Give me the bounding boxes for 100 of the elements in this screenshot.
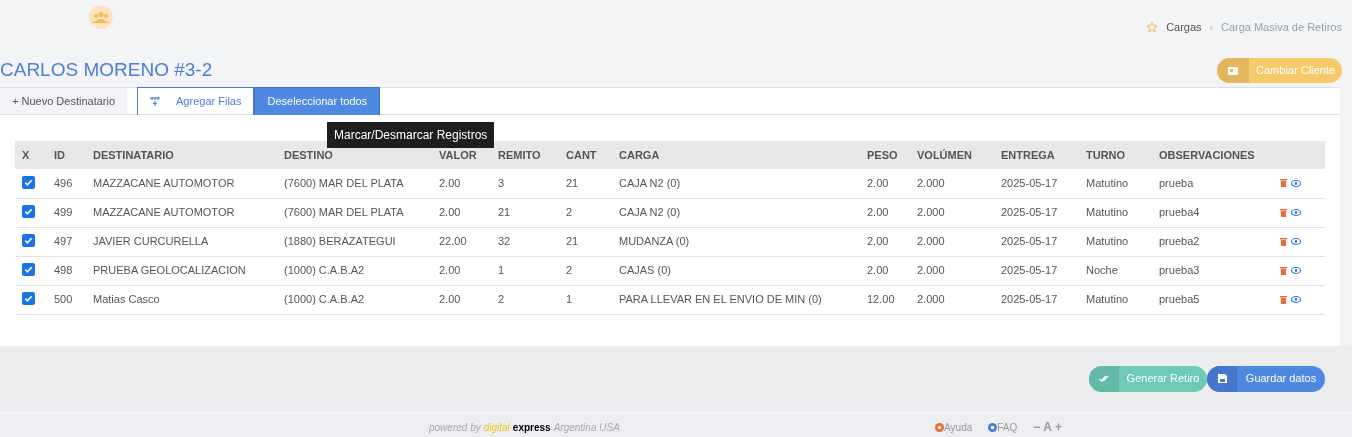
trash-icon[interactable] — [1280, 179, 1287, 188]
font-size-control[interactable]: − — [1033, 418, 1041, 436]
footer-link[interactable]: Ayuda — [944, 419, 973, 435]
table-cell: 496 — [54, 177, 73, 189]
table-cell: 2.000 — [917, 177, 945, 189]
table-cell: 2.000 — [917, 206, 945, 219]
double-check-icon — [1099, 375, 1109, 382]
table-cell: PRUEBA GEOLOCALIZACION — [93, 264, 246, 277]
lifebuoy-icon — [935, 422, 945, 432]
column-header: DESTINATARIO — [93, 148, 174, 161]
row-checkbox[interactable] — [22, 205, 35, 219]
question-circle-icon — [988, 422, 998, 432]
table-cell: CAJA N2 (0) — [619, 177, 681, 189]
generate-button[interactable]: Generar Retiro — [1089, 365, 1207, 392]
deselect-all-button[interactable]: Deseleccionar todos — [254, 87, 381, 116]
table-cell: 2.000 — [917, 293, 945, 306]
table-cell: 21 — [498, 206, 511, 219]
table-cell: CAJA N2 (0) — [619, 206, 681, 219]
table-cell: PARA LLEVAR EN EL ENVIO DE MIN (0) — [619, 293, 822, 306]
table-cell: 2.00 — [867, 206, 889, 219]
table-cell: 2025-05-17 — [1001, 293, 1058, 306]
table-cell: MAZZACANE AUTOMOTOR — [93, 177, 235, 189]
breadcrumb-link[interactable]: Cargas — [1166, 19, 1202, 36]
table-cell: 2.00 — [439, 293, 461, 306]
brand-word: digital — [483, 420, 510, 435]
table-cell: prueba5 — [1159, 293, 1200, 306]
column-header: CANT — [566, 148, 597, 161]
table-cell: (1000) C.A.B.A2 — [284, 293, 365, 306]
table-cell: 2 — [566, 264, 573, 277]
table-cell: 2.00 — [867, 264, 889, 277]
column-header: CARGA — [619, 148, 660, 161]
table-cell: Matutino — [1086, 206, 1129, 219]
column-header: TURNO — [1086, 148, 1126, 161]
column-header: VOLÚMEN — [917, 148, 972, 161]
column-header: X — [22, 148, 30, 161]
table-cell: Noche — [1086, 264, 1118, 277]
eye-icon[interactable] — [1291, 267, 1301, 274]
trash-icon[interactable] — [1280, 208, 1287, 217]
eye-icon[interactable] — [1291, 209, 1301, 216]
group-avatar-icon — [88, 6, 114, 30]
table-cell: 2.00 — [867, 177, 889, 189]
table-cell: JAVIER CURCURELLA — [93, 235, 209, 248]
regions-text: Argentina USA — [553, 420, 620, 435]
powered-by-text: powered by — [429, 420, 481, 435]
table-cell: Matutino — [1086, 293, 1129, 306]
row-checkbox[interactable] — [22, 263, 35, 277]
table-cell: 2025-05-17 — [1001, 177, 1058, 189]
table-cell: 1 — [498, 264, 505, 277]
column-header: ENTREGA — [1001, 148, 1055, 161]
star-icon — [1146, 21, 1159, 34]
tooltip: Marcar/Desmarcar Registros — [327, 122, 495, 148]
table-cell: 2025-05-17 — [1001, 235, 1058, 248]
table-cell: 3 — [498, 177, 505, 189]
table-cell: CAJAS (0) — [619, 264, 671, 277]
table-cell: 21 — [566, 177, 579, 189]
table-cell: (7600) MAR DEL PLATA — [284, 206, 404, 219]
id-card-icon — [1228, 66, 1238, 75]
table-cell: 2025-05-17 — [1001, 206, 1058, 219]
table-cell: MAZZACANE AUTOMOTOR — [93, 206, 235, 219]
table-cell: 2.000 — [917, 235, 945, 248]
eye-icon[interactable] — [1291, 296, 1301, 303]
brand-word: express — [512, 420, 551, 435]
table-cell: 32 — [498, 235, 511, 248]
trash-icon[interactable] — [1280, 266, 1287, 275]
eye-icon[interactable] — [1291, 238, 1301, 245]
font-size-control[interactable]: + — [1055, 418, 1062, 436]
breadcrumb-link[interactable]: Carga Masiva de Retiros — [1220, 19, 1342, 36]
save-button[interactable]: Guardar datos — [1207, 365, 1325, 392]
trash-icon[interactable] — [1280, 295, 1287, 304]
table-cell: 1 — [566, 293, 573, 306]
table-cell: 2 — [498, 293, 505, 306]
row-checkbox[interactable] — [22, 176, 35, 189]
table-cell: 12.00 — [867, 293, 895, 306]
font-size-control[interactable]: A — [1043, 418, 1052, 436]
table-cell: prueba2 — [1159, 235, 1200, 248]
new-recipient-tab[interactable]: + Nuevo Destinatario — [0, 88, 128, 114]
table-cell: 2.00 — [439, 177, 461, 189]
table-cell: prueba4 — [1159, 206, 1200, 219]
eye-icon[interactable] — [1291, 179, 1301, 187]
trash-icon[interactable] — [1280, 237, 1287, 246]
row-checkbox[interactable] — [22, 292, 35, 306]
column-header: VALOR — [439, 148, 477, 161]
table-cell: 2.000 — [917, 264, 945, 277]
table-cell: 498 — [54, 264, 73, 277]
table-cell: prueba — [1159, 177, 1194, 189]
grid-plus-icon — [150, 97, 161, 106]
column-header: PESO — [867, 148, 898, 161]
column-header: DESTINO — [284, 148, 333, 161]
table-cell: 2025-05-17 — [1001, 264, 1058, 277]
table-cell: 500 — [54, 293, 73, 306]
table-cell: 22.00 — [439, 235, 467, 248]
change-client-button[interactable]: Cambiar Cliente — [1217, 58, 1342, 83]
page-title: CARLOS MORENO #3-2 — [0, 58, 213, 82]
footer-link[interactable]: FAQ — [997, 419, 1018, 435]
table-cell: 2 — [566, 206, 573, 219]
row-checkbox[interactable] — [22, 234, 35, 248]
table-cell: prueba3 — [1159, 264, 1200, 277]
table-cell: Matutino — [1086, 235, 1129, 248]
table-cell: 2.00 — [439, 264, 461, 277]
table-cell: 2.00 — [867, 235, 889, 248]
